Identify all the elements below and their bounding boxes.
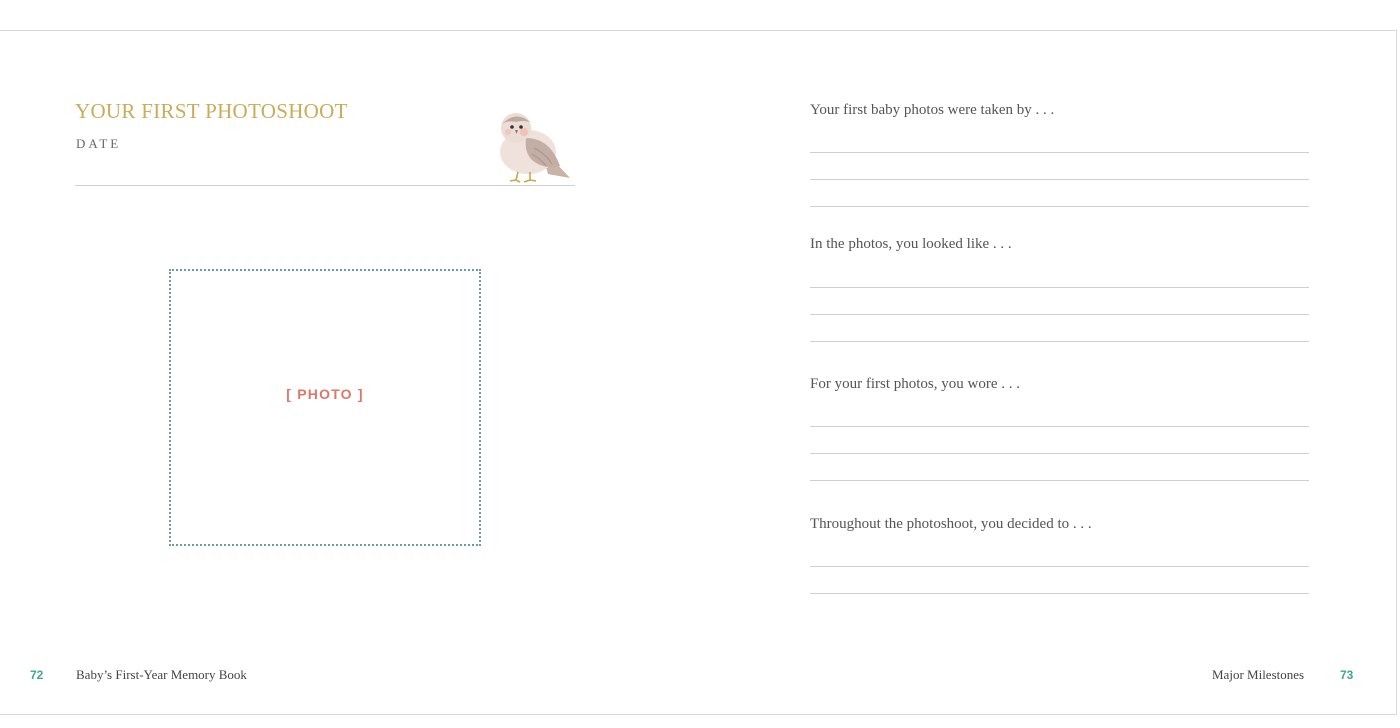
prompt-photos-taken-by: Your first baby photos were taken by . .… — [810, 102, 1055, 118]
writing-line[interactable] — [810, 179, 1309, 180]
prompt-you-wore: For your first photos, you wore . . . — [810, 376, 1020, 392]
prompt-looked-like: In the photos, you looked like . . . — [810, 236, 1012, 252]
bird-illustration — [500, 113, 570, 183]
page-title: YOUR FIRST PHOTOSHOOT — [75, 99, 348, 123]
writing-line[interactable] — [810, 426, 1309, 427]
page-number-right: 73 — [1340, 668, 1354, 682]
writing-line[interactable] — [810, 593, 1309, 594]
writing-line[interactable] — [810, 566, 1309, 567]
footer-book-title: Baby’s First-Year Memory Book — [76, 667, 247, 682]
page-number-left: 72 — [30, 668, 44, 682]
writing-line[interactable] — [810, 453, 1309, 454]
writing-line[interactable] — [810, 341, 1309, 342]
date-label: DATE — [76, 136, 122, 151]
prompt-decided-to: Throughout the photoshoot, you decided t… — [810, 516, 1092, 532]
photo-placeholder-frame[interactable]: [ PHOTO ] — [169, 269, 481, 546]
writing-line[interactable] — [810, 314, 1309, 315]
writing-line[interactable] — [810, 287, 1309, 288]
writing-line[interactable] — [810, 480, 1309, 481]
photo-placeholder-label: [ PHOTO ] — [286, 385, 364, 402]
date-line[interactable] — [75, 185, 575, 186]
writing-line[interactable] — [810, 152, 1309, 153]
footer-section-title: Major Milestones — [1212, 667, 1305, 682]
writing-line[interactable] — [810, 206, 1309, 207]
